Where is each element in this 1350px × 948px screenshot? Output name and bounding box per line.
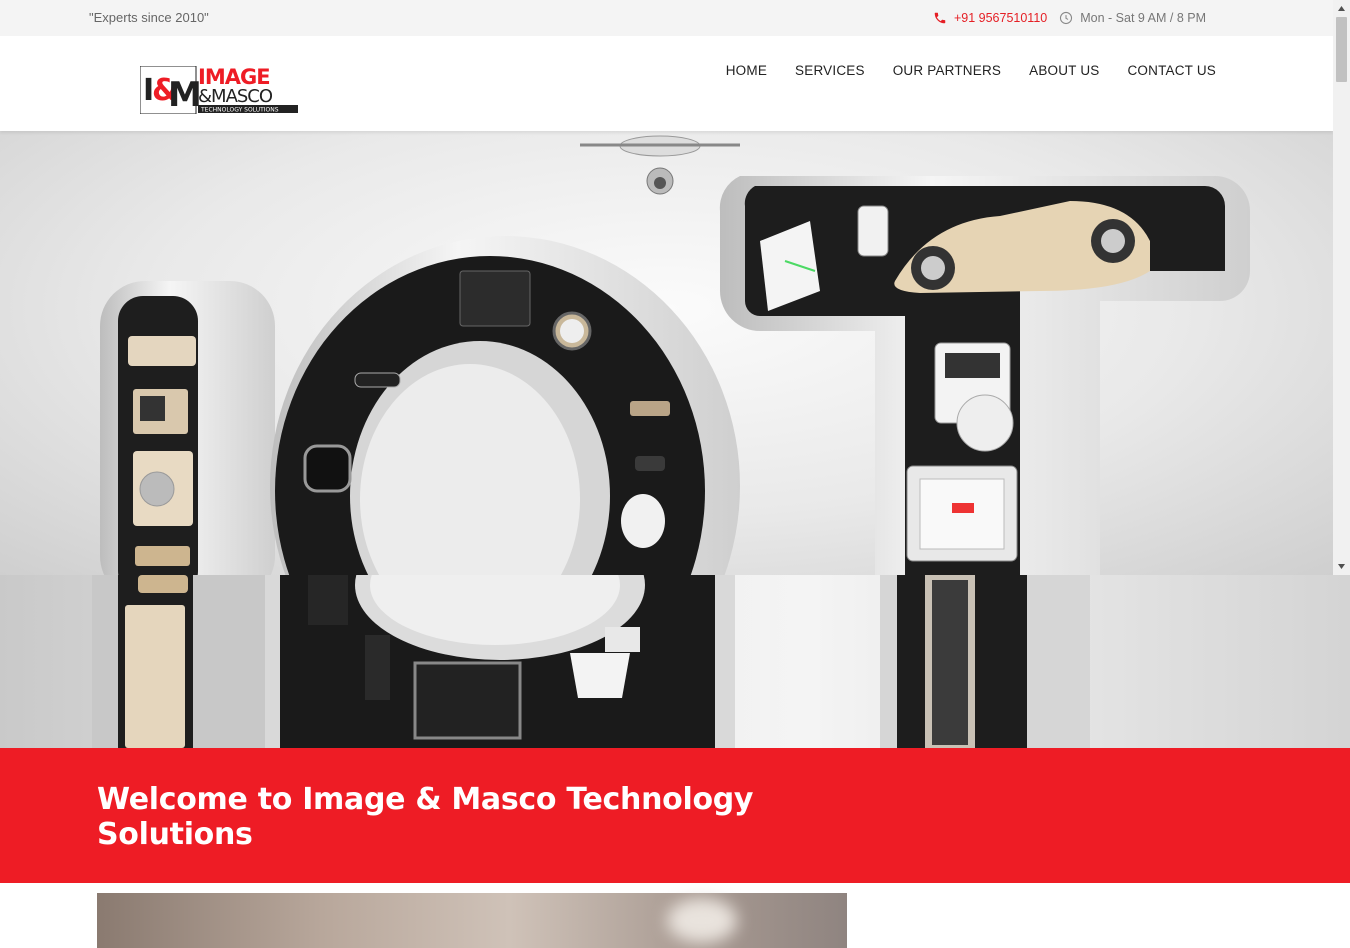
svg-text:&MASCO: &MASCO [198, 86, 273, 107]
svg-text:TECHNOLOGY SOLUTIONS: TECHNOLOGY SOLUTIONS [200, 107, 279, 114]
company-logo[interactable]: I & M IMAGE &MASCO TECHNOLOGY SOLUTIONS [139, 65, 300, 115]
site-header: I & M IMAGE &MASCO TECHNOLOGY SOLUTIONS … [0, 36, 1333, 131]
drone-graphic [580, 135, 740, 195]
hero-iot-image [0, 131, 1333, 575]
nav-home[interactable]: HOME [726, 63, 767, 78]
content-image [97, 893, 847, 948]
contact-info: +91 9567510110 Mon - Sat 9 AM / 8 PM [933, 11, 1206, 25]
nav-our-partners[interactable]: OUR PARTNERS [893, 63, 1001, 78]
letter-t-graphic [719, 176, 1250, 575]
phone-icon [933, 11, 947, 25]
clock-icon [1059, 11, 1073, 25]
welcome-banner: Welcome to Image & Masco Technology Solu… [0, 748, 1350, 883]
svg-text:M: M [168, 75, 202, 114]
tagline: "Experts since 2010" [89, 10, 209, 25]
phone-link[interactable]: +91 9567510110 [954, 11, 1047, 25]
welcome-heading: Welcome to Image & Masco Technology Solu… [97, 782, 754, 852]
nav-about-us[interactable]: ABOUT US [1029, 63, 1099, 78]
scrollbar-thumb[interactable] [1336, 17, 1347, 82]
nav-contact-us[interactable]: CONTACT US [1127, 63, 1216, 78]
letter-i-graphic [100, 281, 275, 575]
scroll-down-arrow-icon[interactable] [1333, 558, 1350, 575]
scroll-up-arrow-icon[interactable] [1333, 0, 1350, 17]
page-scrollbar[interactable] [1333, 0, 1350, 575]
business-hours: Mon - Sat 9 AM / 8 PM [1080, 11, 1206, 25]
hero-iot-image-lower [0, 575, 1350, 748]
letter-o-graphic [270, 236, 740, 575]
top-info-bar: "Experts since 2010" +91 9567510110 Mon … [0, 0, 1333, 36]
nav-services[interactable]: SERVICES [795, 63, 865, 78]
main-nav: HOME SERVICES OUR PARTNERS ABOUT US CONT… [726, 63, 1216, 78]
